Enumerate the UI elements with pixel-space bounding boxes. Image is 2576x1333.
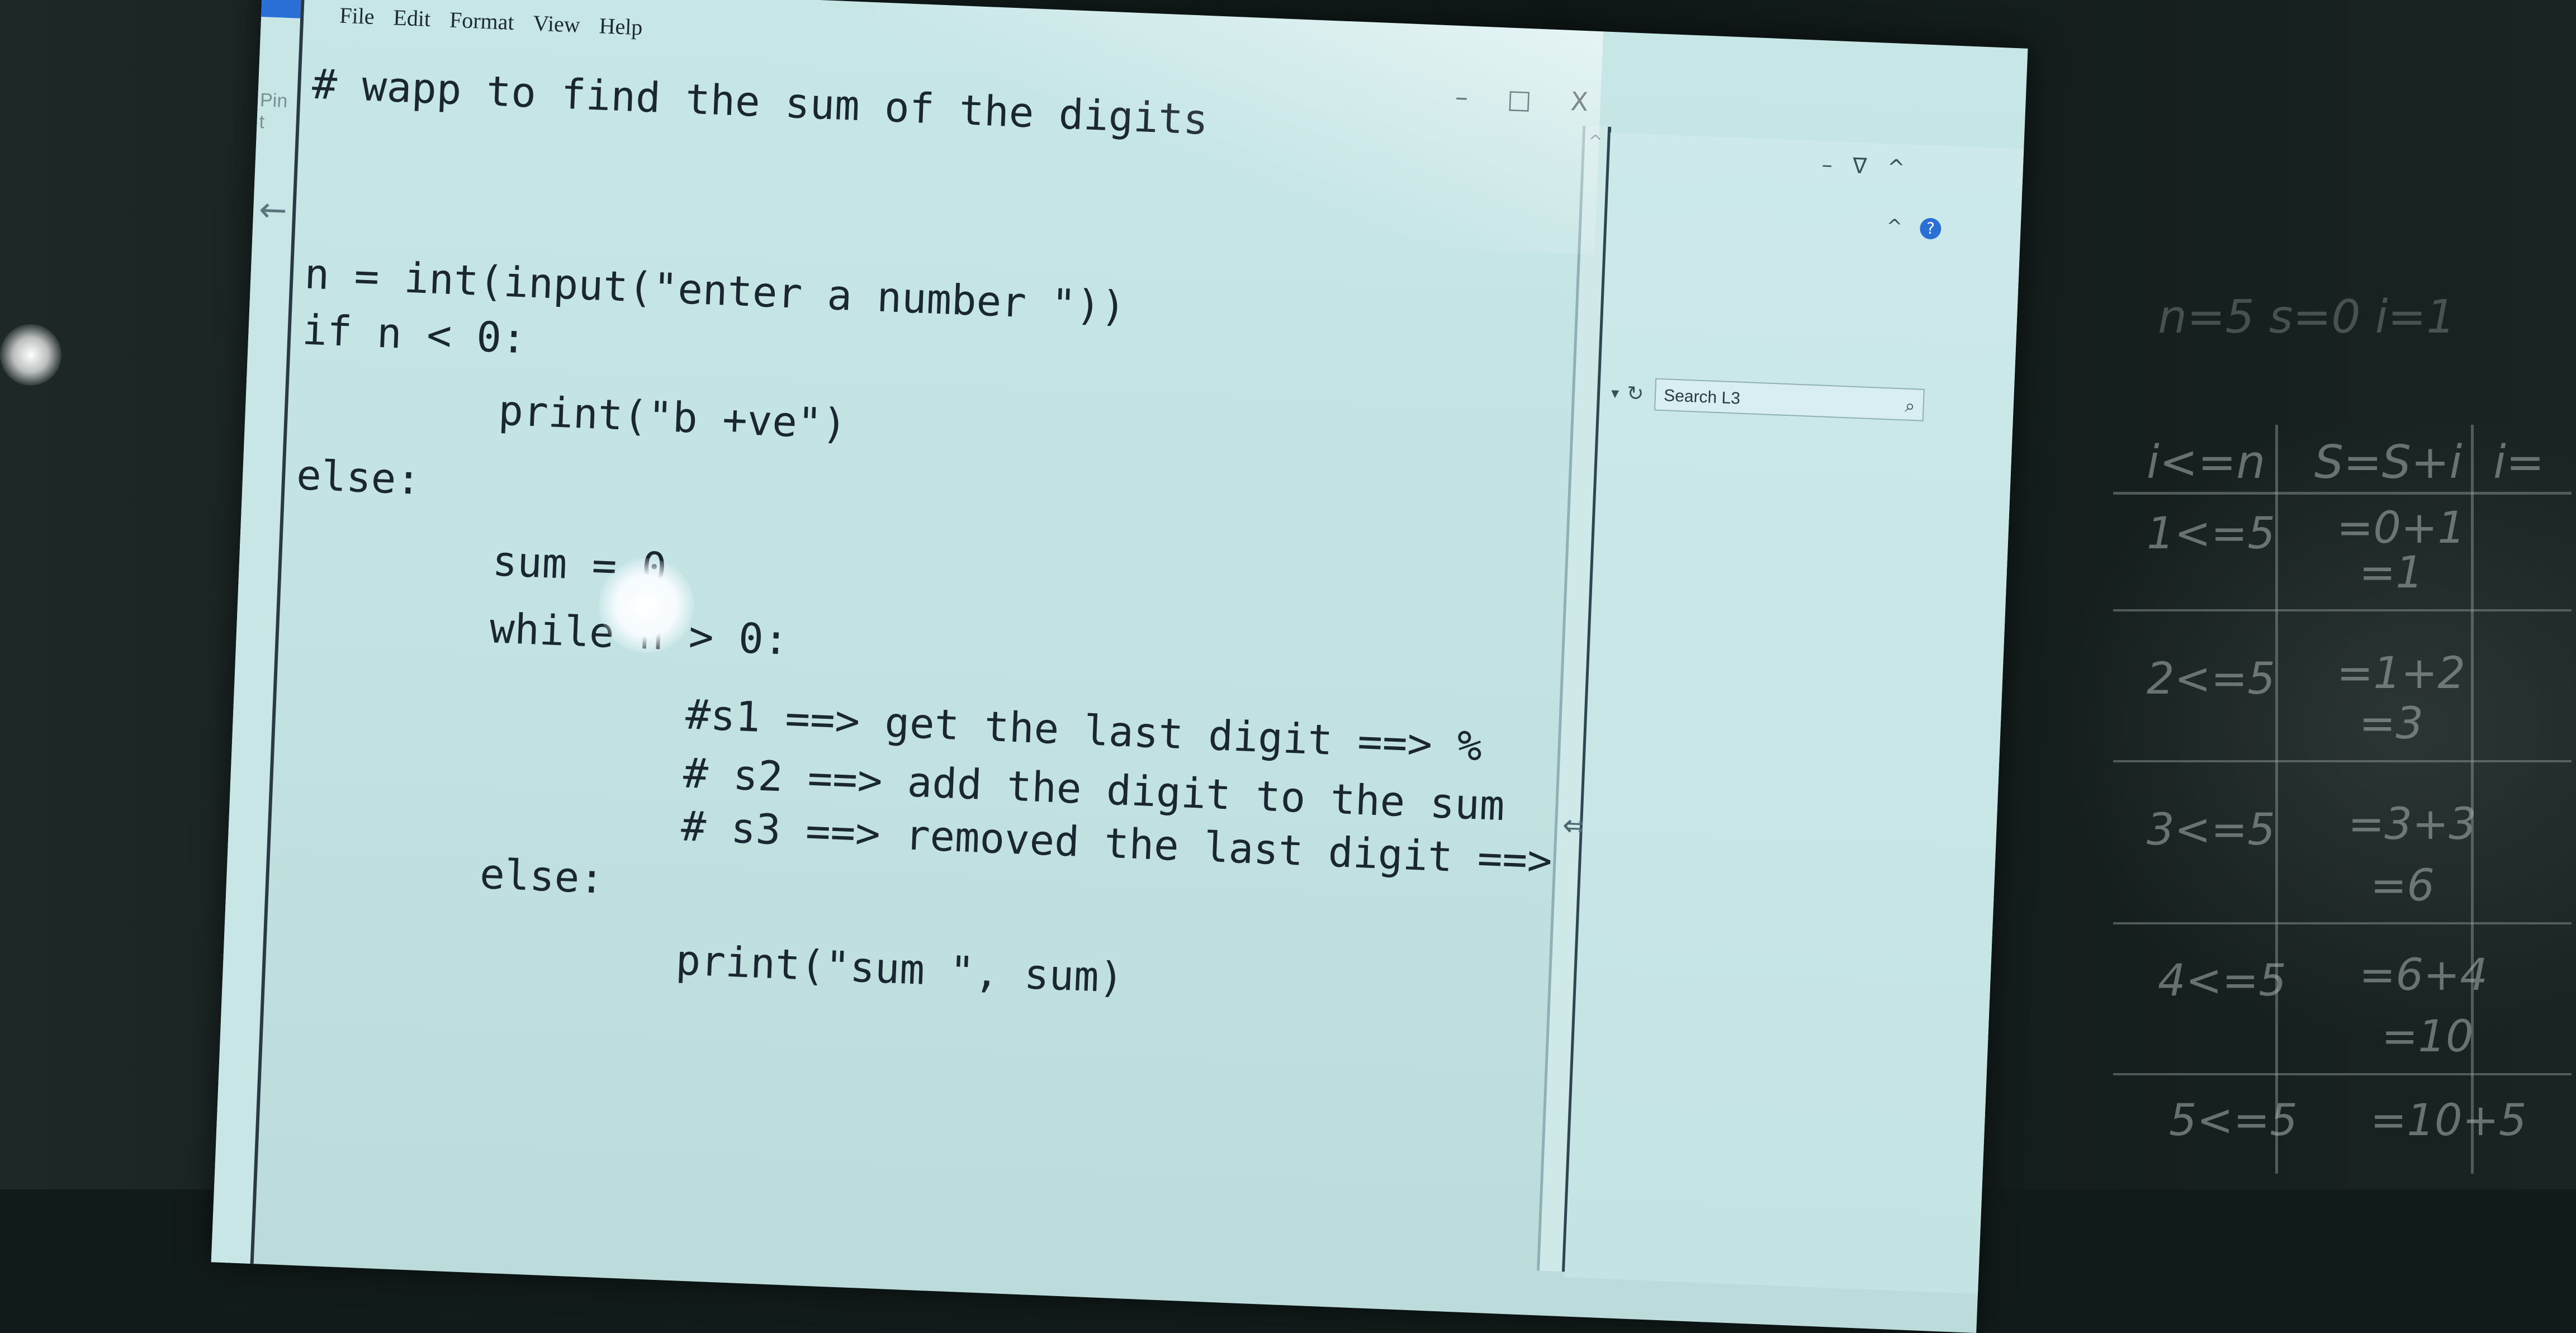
- code-line: else:: [295, 451, 422, 505]
- right-side-pane: – ᐁ ^ ^ ? ▾ ↻ Search L3 ⌕: [1564, 132, 2024, 1294]
- pane-window-controls: – ᐁ ^: [1821, 152, 1905, 180]
- restore-icon[interactable]: ᐁ: [1852, 153, 1868, 178]
- code-line: if n < 0:: [301, 306, 528, 363]
- minimize-icon[interactable]: –: [1821, 152, 1833, 177]
- board-header: S=S+i: [2314, 436, 2463, 489]
- board-cell: =10: [2381, 1012, 2474, 1062]
- code-line: while n > 0:: [290, 596, 789, 665]
- refresh-icon[interactable]: ↻: [1626, 382, 1644, 405]
- board-cell: 2<=5: [2147, 654, 2275, 704]
- chevron-up-icon[interactable]: ^: [1887, 155, 1906, 180]
- code-line: else:: [280, 842, 605, 903]
- search-row: ▾ ↻ Search L3 ⌕: [1611, 373, 1925, 424]
- menu-edit[interactable]: Edit: [393, 4, 432, 32]
- photo-scene: Pin t ← File Edit Format View Help – □ X…: [0, 0, 2576, 1333]
- menu-bar: File Edit Format View Help: [339, 2, 643, 41]
- back-arrow-icon[interactable]: ←: [258, 190, 288, 230]
- pin-label: Pin t: [258, 89, 288, 133]
- board-cell: =0+1: [2337, 503, 2465, 553]
- board-cell: =3: [2359, 699, 2423, 749]
- board-header: i=: [2493, 436, 2545, 489]
- board-cell: =1+2: [2337, 648, 2465, 699]
- code-line: # wapp to find the sum of the digits: [311, 60, 1209, 145]
- code-line: print("b +ve"): [298, 378, 848, 449]
- board-cell: =6: [2370, 861, 2435, 911]
- projected-screen: Pin t ← File Edit Format View Help – □ X…: [211, 0, 2028, 1333]
- search-icon[interactable]: ⌕: [1905, 390, 1916, 423]
- menu-format[interactable]: Format: [449, 6, 514, 35]
- dropdown-icon[interactable]: ▾: [1611, 383, 1619, 402]
- collapse-icon[interactable]: ^: [1886, 215, 1903, 238]
- board-cell: =6+4: [2359, 950, 2488, 1000]
- menu-view[interactable]: View: [533, 10, 581, 37]
- board-top-note: n=5 s=0 i=1: [2158, 291, 2456, 344]
- search-input[interactable]: Search L3 ⌕: [1654, 378, 1925, 421]
- board-header: i<=n: [2147, 436, 2266, 489]
- scroll-up-icon[interactable]: ^: [1588, 131, 1603, 151]
- code-line: print("sum ", sum): [276, 920, 1125, 1003]
- app-icon: [261, 0, 302, 18]
- board-cell: 5<=5: [2169, 1095, 2298, 1146]
- text-editor-area[interactable]: # wapp to find the sum of the digits n =…: [255, 41, 1628, 1265]
- info-icon[interactable]: ?: [1919, 217, 1942, 240]
- board-cell: 4<=5: [2158, 956, 2286, 1006]
- board-cell: =1: [2359, 548, 2423, 598]
- whiteboard-notes: n=5 s=0 i=1 i<=n S=S+i i= 1<=5 =0+1 =1 2…: [2113, 268, 2572, 1174]
- search-placeholder: Search L3: [1663, 386, 1741, 408]
- board-cell: 3<=5: [2147, 805, 2275, 855]
- light-glare: [0, 324, 61, 386]
- menu-help[interactable]: Help: [599, 12, 643, 40]
- board-cell: 1<=5: [2147, 509, 2275, 559]
- menu-file[interactable]: File: [339, 2, 375, 30]
- board-cell: =3+3: [2348, 799, 2476, 850]
- board-cell: =10+5: [2370, 1095, 2527, 1146]
